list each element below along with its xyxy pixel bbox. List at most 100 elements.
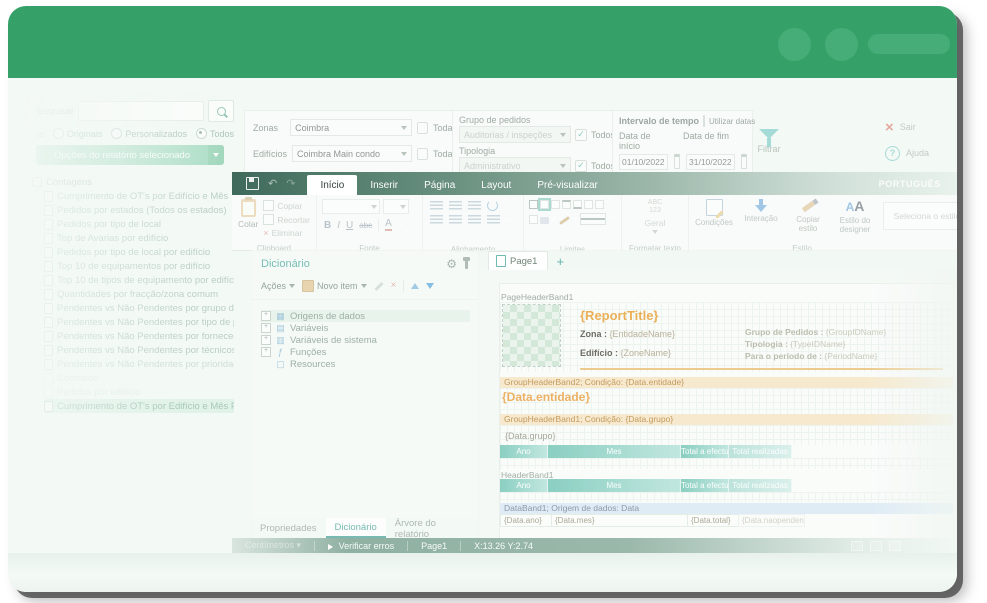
zones-select[interactable]: Coimbra [290, 119, 411, 136]
style-select[interactable]: Seleciona o estilo [883, 202, 957, 230]
logo-placeholder[interactable] [503, 305, 560, 366]
font-color-button[interactable]: A [385, 219, 392, 231]
search-input[interactable] [78, 101, 204, 121]
report-list-item[interactable]: Contratos [44, 371, 234, 385]
report-title-field[interactable]: {ReportTitle} [580, 308, 659, 323]
report-filter-radio[interactable]: Todos [196, 128, 234, 139]
table-header-row-2[interactable]: AnoMesTotal a efectuarTotal realizadas [500, 479, 792, 492]
chevron-down-icon[interactable] [652, 230, 658, 234]
expand-icon[interactable]: + [261, 323, 271, 333]
bold-button[interactable]: B [324, 220, 331, 231]
report-list-item[interactable]: Pendentes vs Não Pendentes por técnicos [44, 343, 234, 357]
report-list-item[interactable]: Pendentes vs Não Pendentes por prioridad… [44, 357, 234, 371]
chevron-down-icon[interactable] [551, 217, 557, 221]
ribbon-tab[interactable]: Início [307, 175, 357, 195]
filter-button[interactable]: Filtrar [746, 114, 792, 168]
units-dropdown[interactable]: Centímetros ▾ [232, 540, 314, 551]
border-style-select[interactable] [580, 213, 606, 225]
cut-button[interactable]: Recortar [263, 214, 310, 225]
ribbon-tab[interactable]: Pré-visualizar [524, 175, 611, 195]
table-header-cell[interactable]: Total a efectuar [681, 479, 729, 492]
group-header-band-1[interactable]: GroupHeaderBand1; Condição: {Data.grupo} [500, 414, 953, 425]
align-top-icon[interactable] [430, 201, 443, 210]
zones-all-checkbox[interactable] [417, 122, 428, 134]
data-row[interactable]: {Data.ano}{Data.mes}{Data.total}{Data.na… [500, 514, 805, 527]
border-box-icon[interactable] [529, 215, 538, 224]
design-canvas[interactable]: PageHeaderBand1 {ReportTitle} Zona : {En… [478, 270, 957, 538]
chevron-down-icon[interactable] [506, 218, 512, 222]
report-list-item[interactable]: Top de Avarias por edifício [44, 231, 234, 245]
request-group-select[interactable]: Auditorias / inspeções [459, 126, 571, 143]
align-right-icon[interactable] [468, 215, 481, 224]
report-list-item[interactable]: Pedidos por estados (Todos os estados) [44, 203, 234, 217]
align-center-icon[interactable] [449, 215, 462, 224]
chevron-down-icon[interactable] [572, 217, 578, 221]
underline-button[interactable]: U [346, 220, 353, 231]
new-item-dropdown[interactable]: Novo item [302, 280, 367, 292]
table-header-cell[interactable]: Total a efectuar [681, 445, 729, 458]
dictionary-tree-item[interactable]: + ▢ Resources [261, 358, 470, 370]
align-justify-icon[interactable] [487, 215, 500, 224]
border-outside-icon[interactable] [540, 200, 549, 209]
report-list-item[interactable]: Pedidos por tipo de local [44, 217, 234, 231]
border-right-icon[interactable] [595, 200, 604, 209]
edit-icon[interactable] [374, 281, 383, 290]
border-left-icon[interactable] [584, 200, 593, 209]
ribbon-tab[interactable]: Inserir [357, 175, 411, 195]
gear-icon[interactable]: ⚙ [446, 257, 457, 271]
header-right-fields[interactable]: Grupo de Pedidos : {GroupIDName} Tipolog… [745, 326, 886, 362]
dictionary-tree-item[interactable]: + ▤ Variáveis [261, 322, 470, 334]
italic-button[interactable]: I [337, 220, 340, 231]
border-bottom-icon[interactable] [573, 200, 582, 209]
entidade-field[interactable]: {Data.entidade} [502, 390, 590, 404]
chevron-down-icon[interactable] [608, 217, 614, 221]
report-list-item[interactable]: Quantidades por fracção/zona comum [44, 287, 234, 301]
copy-button[interactable]: Copiar [263, 200, 310, 211]
dictionary-tree-item[interactable]: + ▦ Origens de dados [261, 310, 470, 322]
zona-field[interactable]: Zona : {EntidadeName} [580, 329, 675, 339]
table-header-cell[interactable]: Total realizadas [729, 445, 792, 458]
expand-icon[interactable]: + [261, 347, 271, 357]
undo-icon[interactable]: ↶ [268, 177, 277, 190]
border-none-icon[interactable] [551, 200, 560, 209]
data-cell[interactable]: {Data.mes} [551, 514, 687, 527]
report-list-item[interactable]: Pendentes vs Não Pendentes por grupo de … [44, 301, 234, 315]
report-list-item[interactable]: Pendentes vs Não Pendentes por fornecedo… [44, 329, 234, 343]
typology-all-checkbox[interactable]: ✓ [575, 160, 587, 172]
data-cell[interactable]: {Data.ano} [500, 514, 551, 527]
delete-button[interactable]: ×Eliminar [263, 228, 310, 238]
request-group-all-checkbox[interactable]: ✓ [575, 129, 587, 141]
table-header-cell[interactable]: Mes [548, 479, 681, 492]
use-dates-checkbox[interactable] [703, 115, 705, 127]
fill-color-icon[interactable] [540, 217, 549, 224]
fit-width-icon[interactable] [851, 541, 863, 551]
report-list-item[interactable]: Top 10 de tipos de equipamento por edifí… [44, 273, 234, 287]
tree-group-contagens[interactable]: Contagens [32, 175, 234, 189]
report-options-caret[interactable] [208, 145, 224, 165]
report-list-item[interactable]: Top 10 de equipamentos por edifício [44, 259, 234, 273]
move-down-icon[interactable] [426, 283, 434, 289]
chevron-down-icon[interactable] [398, 223, 404, 227]
buildings-all-checkbox[interactable] [417, 148, 428, 160]
end-date-input[interactable]: 31/10/2022 [686, 154, 735, 170]
report-list-item[interactable]: Pedidos por tipo de local por edifício [44, 245, 234, 259]
table-header-cell[interactable]: Ano [500, 445, 548, 458]
exit-button[interactable]: × Sair [885, 116, 957, 138]
data-band-strip[interactable]: DataBand1; Origem de dados: Data [500, 503, 953, 514]
zoom-icon[interactable] [889, 541, 901, 551]
font-size-select[interactable] [383, 199, 409, 214]
report-options-button[interactable]: Opções do relatório selecionado [36, 145, 224, 165]
align-middle-icon[interactable] [449, 201, 462, 210]
save-icon[interactable] [246, 177, 259, 190]
move-up-icon[interactable] [411, 283, 419, 289]
panel-tab[interactable]: Dicionário [326, 518, 386, 538]
pin-icon[interactable] [465, 260, 468, 269]
delete-icon[interactable]: × [391, 281, 397, 291]
report-list-item[interactable]: Pedidos por edifício [44, 385, 234, 399]
grupo-band[interactable] [500, 425, 953, 445]
redo-icon[interactable]: ↷ [286, 177, 295, 190]
ribbon-tab[interactable]: Página [411, 175, 468, 195]
dictionary-tree-item[interactable]: + ▥ Variáveis de sistema [261, 334, 470, 346]
dictionary-tree-item[interactable]: + ƒ Funções [261, 346, 470, 358]
align-bottom-icon[interactable] [468, 201, 481, 210]
